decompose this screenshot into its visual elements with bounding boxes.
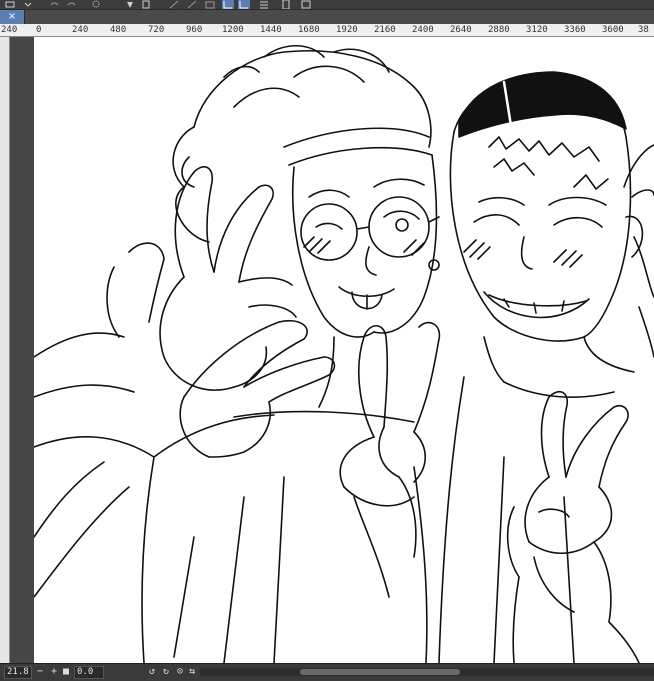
- zoom-out-button[interactable]: −: [34, 666, 46, 678]
- zoom-field[interactable]: 21.8: [4, 666, 32, 679]
- ruler-label: 0: [36, 25, 42, 35]
- top-toolbar: [0, 0, 654, 10]
- layer-icon[interactable]: [204, 0, 216, 9]
- ruler-label: 1920: [336, 25, 358, 35]
- flip-icon[interactable]: ⇆: [186, 666, 198, 678]
- ruler-label: 3120: [526, 25, 548, 35]
- ruler-label: 1200: [222, 25, 244, 35]
- ruler-label: 720: [148, 25, 165, 35]
- ruler-label: 1440: [260, 25, 282, 35]
- undo-icon[interactable]: [48, 0, 60, 9]
- horizontal-ruler: 240 0 240 480 720 960 1200 1440 1680 192…: [0, 24, 654, 37]
- rotate-right-icon[interactable]: ↻: [160, 666, 172, 678]
- redo-icon[interactable]: [66, 0, 78, 9]
- ruler-icon[interactable]: [238, 0, 250, 9]
- ruler-label: 38: [638, 25, 649, 35]
- rotation-field[interactable]: 0.0: [74, 666, 104, 679]
- guide-icon[interactable]: [258, 0, 270, 9]
- ruler-label: 2640: [450, 25, 472, 35]
- ruler-label: 1680: [298, 25, 320, 35]
- zoom-in-button[interactable]: +: [48, 666, 60, 678]
- fit-icon[interactable]: ■: [60, 666, 72, 678]
- device-icon[interactable]: [280, 0, 292, 9]
- ruler-label: 2880: [488, 25, 510, 35]
- reset-rotation-icon[interactable]: ⊙: [174, 666, 186, 678]
- status-bar: 21.8 − + ■ 0.0 ↺ ↻ ⊙ ⇆: [0, 663, 654, 681]
- loading-icon[interactable]: [90, 0, 102, 9]
- ruler-label: 480: [110, 25, 127, 35]
- line-art-illustration: [34, 45, 654, 663]
- close-icon[interactable]: ×: [0, 10, 24, 24]
- document-tab[interactable]: ×: [0, 10, 25, 24]
- vertical-ruler: [0, 37, 10, 663]
- ruler-label: 3600: [602, 25, 624, 35]
- ruler-label: 2160: [374, 25, 396, 35]
- transform-icon[interactable]: [140, 0, 152, 9]
- fill-icon[interactable]: [124, 0, 136, 9]
- horizontal-scrollbar[interactable]: [200, 668, 654, 676]
- scrollbar-thumb[interactable]: [300, 669, 460, 675]
- rotate-left-icon[interactable]: ↺: [146, 666, 158, 678]
- dropdown-icon[interactable]: [22, 0, 34, 9]
- ruler-label: 960: [186, 25, 203, 35]
- ruler-label: 240: [72, 25, 89, 35]
- ruler-label: 240: [1, 25, 18, 35]
- select-icon[interactable]: [168, 0, 180, 9]
- brush-icon[interactable]: [186, 0, 198, 9]
- layers-icon[interactable]: [300, 0, 312, 9]
- drawing-canvas[interactable]: [34, 37, 654, 663]
- grid-icon[interactable]: [222, 0, 234, 9]
- move-icon[interactable]: [4, 0, 16, 9]
- ruler-label: 2400: [412, 25, 434, 35]
- ruler-label: 3360: [564, 25, 586, 35]
